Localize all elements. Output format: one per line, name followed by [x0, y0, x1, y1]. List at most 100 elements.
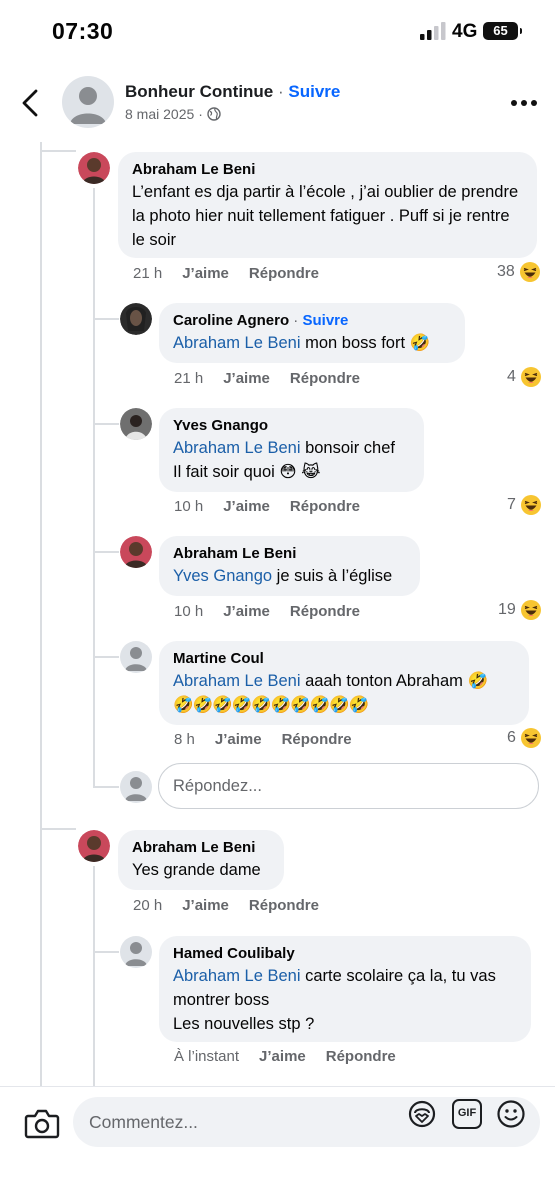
thread-branch [93, 786, 119, 788]
reply-button[interactable]: Répondre [290, 603, 360, 620]
reaction-count[interactable]: 19 [498, 600, 541, 620]
avatar[interactable] [78, 830, 110, 862]
reply-button[interactable]: Répondre [290, 498, 360, 515]
avatar[interactable] [120, 936, 152, 968]
comment-text-line: Abraham Le Beni bonsoir chef [173, 436, 410, 460]
thread-branch [93, 318, 119, 320]
battery-icon: 65 [483, 22, 522, 40]
reaction-count[interactable]: 7 [507, 495, 541, 515]
comment-author[interactable]: Yves Gnango [173, 416, 410, 436]
crying-laughing-emoji-icon: 😹 [301, 463, 321, 481]
comment-actions: 21 h J’aime Répondre [133, 265, 319, 282]
comment-text: aaah tonton Abraham [300, 672, 463, 690]
thread-line-replies [93, 188, 95, 788]
comment-text-line: Yves Gnango je suis à l’église [173, 564, 406, 588]
page-name[interactable]: Bonheur Continue [125, 82, 273, 101]
haha-reaction-icon [520, 495, 541, 515]
comment-text: je suis à l’église [272, 567, 393, 585]
like-button[interactable]: J’aime [223, 498, 270, 515]
avatar[interactable] [120, 303, 152, 335]
mention-link[interactable]: Abraham Le Beni [173, 672, 301, 690]
thread-branch [93, 951, 119, 953]
comment-bubble: Martine Coul Abraham Le Beni aaah tonton… [159, 641, 529, 725]
reaction-count[interactable]: 38 [497, 262, 540, 282]
comment-author[interactable]: Abraham Le Beni [132, 838, 270, 858]
like-button[interactable]: J’aime [223, 603, 270, 620]
mention-link[interactable]: Abraham Le Beni [173, 334, 301, 352]
separator: · [273, 82, 289, 101]
rofl-emoji-icon: 🤣 [409, 334, 431, 352]
reply-button[interactable]: Répondre [249, 897, 319, 914]
comment-bubble: Abraham Le Beni Yves Gnango je suis à l’… [159, 536, 420, 596]
comment-time: 21 h [133, 265, 163, 282]
gif-icon[interactable]: GIF [452, 1099, 482, 1129]
comment-actions: À l’instant J’aime Répondre [174, 1048, 396, 1065]
more-icon[interactable] [510, 99, 538, 107]
comment-actions: 10 h J’aime Répondre [174, 498, 360, 515]
reply-button[interactable]: Répondre [326, 1048, 396, 1065]
haha-reaction-icon [520, 728, 541, 748]
comment-bubble: Abraham Le Beni L’enfant es dja partir à… [118, 152, 537, 258]
thread-line-main [40, 142, 42, 1092]
comment-text-line: Abraham Le Beni mon boss fort 🤣 [173, 331, 451, 355]
comment-author[interactable]: Abraham Le Beni [173, 544, 406, 564]
avatar[interactable] [120, 641, 152, 673]
like-button[interactable]: J’aime [182, 265, 229, 282]
flushed-emoji-icon: 😳 [279, 463, 297, 481]
comment-composer: Commentez... GIF [0, 1086, 555, 1200]
globe-icon [207, 107, 221, 121]
haha-reaction-icon [520, 367, 541, 387]
post-meta: 8 mai 2025 · [125, 106, 221, 122]
comment-author[interactable]: Martine Coul [173, 649, 515, 669]
page-avatar[interactable] [62, 76, 114, 128]
post-date: 8 mai 2025 [125, 106, 195, 122]
reply-button[interactable]: Répondre [249, 265, 319, 282]
emoji-icon[interactable] [496, 1099, 526, 1129]
default-avatar-icon [125, 647, 147, 671]
like-button[interactable]: J’aime [215, 731, 262, 748]
mention-link[interactable]: Abraham Le Beni [173, 967, 301, 985]
avatar[interactable] [120, 536, 152, 568]
like-button[interactable]: J’aime [182, 897, 229, 914]
reaction-count[interactable]: 6 [507, 728, 541, 748]
comment-text: Il fait soir quoi [173, 463, 275, 481]
default-avatar-icon [125, 942, 147, 966]
page-name-line: Bonheur Continue · Suivre [125, 82, 340, 102]
reply-button[interactable]: Répondre [290, 370, 360, 387]
avatar[interactable] [120, 408, 152, 440]
comment-time: 10 h [174, 603, 204, 620]
follow-button[interactable]: Suivre [288, 82, 340, 101]
reply-button[interactable]: Répondre [282, 731, 352, 748]
avatar[interactable] [78, 152, 110, 184]
like-button[interactable]: J’aime [259, 1048, 306, 1065]
avatar-sticker-icon[interactable] [407, 1099, 437, 1129]
comment-text: Yes grande dame [132, 861, 261, 879]
reaction-count[interactable]: 4 [507, 367, 541, 387]
default-avatar-icon [70, 87, 106, 124]
like-button[interactable]: J’aime [223, 370, 270, 387]
camera-icon[interactable] [24, 1107, 60, 1139]
comment-time: 8 h [174, 731, 195, 748]
thread-line-connector [40, 828, 76, 830]
thread-branch [93, 551, 119, 553]
comment-text-line: Il fait soir quoi 😳 😹 [173, 460, 410, 484]
reply-input[interactable]: Répondez... [158, 763, 539, 809]
default-avatar-icon [125, 777, 147, 801]
status-time: 07:30 [52, 18, 114, 44]
thread-line-replies [93, 866, 95, 1092]
comment-author[interactable]: Hamed Coulibaly [173, 944, 517, 964]
comment-author[interactable]: Caroline Agnero [173, 312, 289, 329]
comment-time: 10 h [174, 498, 204, 515]
meta-dot: · [198, 106, 203, 122]
mention-link[interactable]: Yves Gnango [173, 567, 272, 585]
mention-link[interactable]: Abraham Le Beni [173, 439, 301, 457]
comment-author-line: Caroline Agnero · Suivre [173, 311, 451, 331]
back-arrow-icon[interactable] [18, 88, 44, 118]
comment-time: 20 h [133, 897, 163, 914]
comment-text: Les nouvelles stp ? [173, 1015, 315, 1033]
thread-line-connector [40, 150, 76, 152]
follow-button[interactable]: Suivre [302, 312, 348, 329]
comment-actions: 10 h J’aime Répondre [174, 603, 360, 620]
comment-actions: 21 h J’aime Répondre [174, 370, 360, 387]
comment-author[interactable]: Abraham Le Beni [132, 160, 523, 180]
